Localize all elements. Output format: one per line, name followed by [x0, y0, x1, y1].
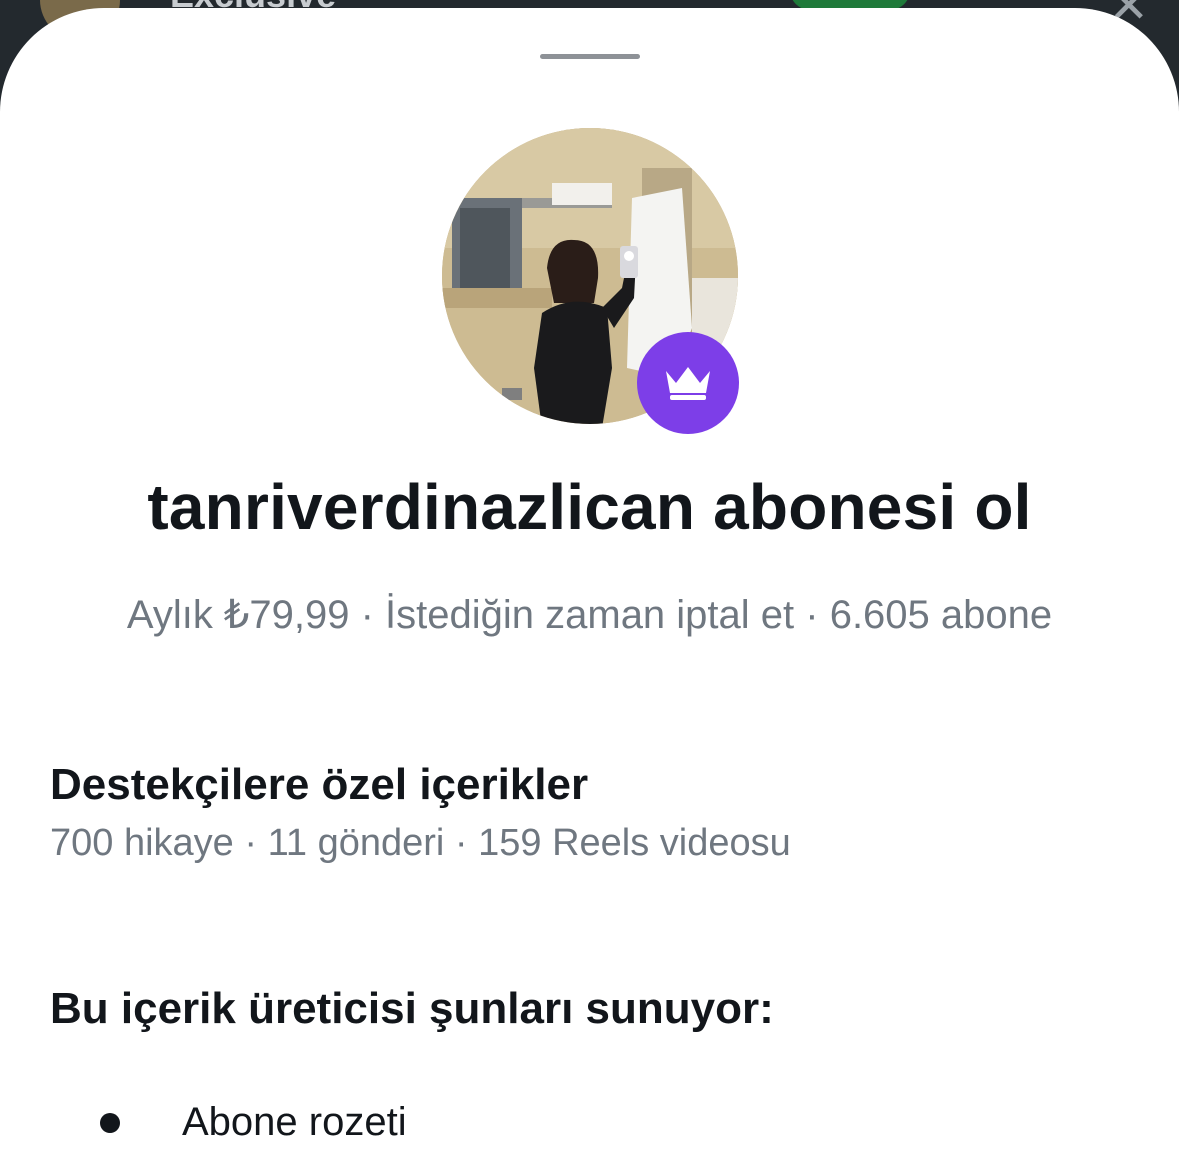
- list-item: Abone rozeti: [100, 1100, 407, 1145]
- subscribe-title: tanriverdinazlican abonesi ol: [147, 471, 1032, 543]
- subscribe-sheet: tanriverdinazlican abonesi ol Aylık ₺79,…: [0, 8, 1179, 1176]
- offer-label: Abone rozeti: [182, 1100, 407, 1144]
- sheet-grabber-handle[interactable]: [540, 54, 640, 59]
- bullet-icon: [100, 1112, 120, 1133]
- exclusive-content-heading: Destekçilere özel içerikler: [50, 760, 589, 809]
- subscriber-crown-badge: [637, 332, 739, 434]
- exclusive-content-counts: 700 hikaye · 11 gönderi · 159 Reels vide…: [50, 822, 791, 864]
- offers-heading: Bu içerik üreticisi şunları sunuyor:: [50, 984, 774, 1033]
- crown-icon: [666, 367, 710, 400]
- subscription-details: Aylık ₺79,99 · İstediğin zaman iptal et …: [126, 593, 1053, 637]
